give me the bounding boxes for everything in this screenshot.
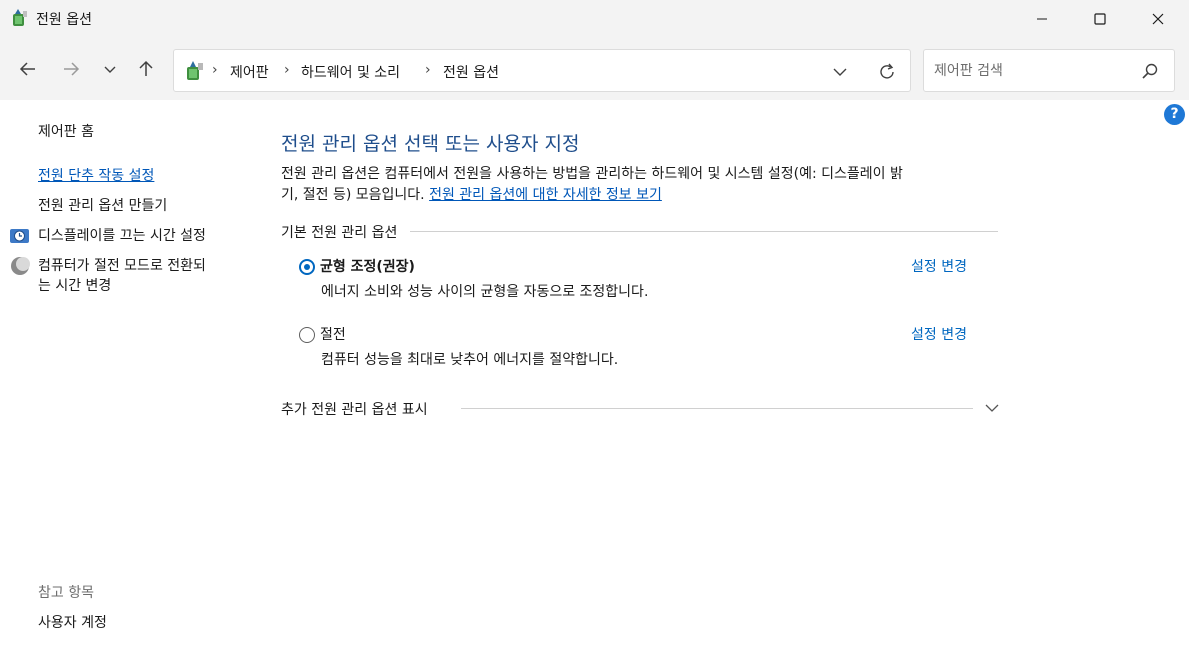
maximize-icon	[1094, 13, 1106, 25]
title-bar: 전원 옵션	[0, 0, 1189, 38]
search-box[interactable]	[923, 49, 1175, 92]
close-icon	[1152, 13, 1164, 25]
power-options-icon	[13, 9, 27, 26]
plan-balanced-radio[interactable]	[299, 259, 315, 275]
breadcrumb-separator-icon: ›	[212, 62, 218, 78]
chevron-down-icon[interactable]	[830, 62, 850, 82]
chevron-down-icon[interactable]	[984, 400, 1000, 416]
section-title-basic-plans: 기본 전원 관리 옵션	[281, 222, 406, 242]
sidebar-item-create-power-plan[interactable]: 전원 관리 옵션 만들기	[38, 196, 167, 216]
section-divider	[410, 231, 998, 232]
control-panel-icon	[187, 61, 203, 80]
more-info-link[interactable]: 전원 관리 옵션에 대한 자세한 정보 보기	[429, 187, 662, 203]
plan-power-saver-name[interactable]: 절전	[320, 324, 346, 344]
sleep-moon-icon	[11, 257, 30, 275]
sidebar-item-display-off-time[interactable]: 디스플레이를 끄는 시간 설정	[38, 226, 206, 246]
forward-button[interactable]	[59, 57, 83, 81]
plan-power-saver-description: 컴퓨터 성능을 최대로 낮추어 에너지를 절약합니다.	[321, 352, 619, 368]
navigation-bar: › 제어판 › 하드웨어 및 소리 › 전원 옵션	[0, 38, 1189, 100]
back-button[interactable]	[16, 57, 40, 81]
minimize-icon	[1037, 18, 1047, 20]
breadcrumb-separator-icon: ›	[284, 62, 290, 78]
breadcrumb-control-panel[interactable]: 제어판	[230, 62, 269, 82]
see-also-heading: 참고 항목	[38, 585, 94, 601]
address-bar[interactable]: › 제어판 › 하드웨어 및 소리 › 전원 옵션	[173, 49, 911, 92]
recent-locations-button[interactable]	[98, 57, 122, 81]
search-input[interactable]	[934, 60, 1134, 82]
plan-power-saver-radio[interactable]	[299, 327, 315, 343]
description-text: 전원 관리 옵션은 컴퓨터에서 전원을 사용하는 방법을 관리하는 하드웨어 및…	[281, 166, 903, 182]
close-button[interactable]	[1129, 0, 1187, 38]
breadcrumb-power-options[interactable]: 전원 옵션	[443, 62, 499, 82]
sidebar-item-sleep-time[interactable]: 컴퓨터가 절전 모드로 전환되 는 시간 변경	[38, 256, 206, 296]
window-title: 전원 옵션	[36, 12, 92, 28]
description-text: 기, 절전 등) 모음입니다.	[281, 187, 425, 203]
display-clock-icon	[10, 229, 29, 243]
chevron-down-icon	[104, 66, 116, 73]
show-additional-plans[interactable]: 추가 전원 관리 옵션 표시	[281, 399, 428, 419]
sidebar-item-label: 는 시간 변경	[38, 278, 112, 294]
arrow-left-icon	[19, 62, 35, 76]
breadcrumb-separator-icon: ›	[425, 62, 431, 78]
arrow-right-icon	[64, 62, 80, 76]
breadcrumb-hardware-sound[interactable]: 하드웨어 및 소리	[301, 62, 400, 82]
help-icon[interactable]: ?	[1164, 104, 1185, 125]
refresh-icon[interactable]	[876, 61, 898, 83]
page-title: 전원 관리 옵션 선택 또는 사용자 지정	[281, 133, 580, 155]
search-icon[interactable]	[1141, 62, 1159, 80]
plan-balanced-change-settings-link[interactable]: 설정 변경	[911, 256, 967, 276]
up-button[interactable]	[134, 57, 158, 81]
maximize-button[interactable]	[1071, 0, 1129, 38]
minimize-button[interactable]	[1013, 0, 1071, 38]
arrow-up-icon	[139, 60, 153, 76]
sidebar-item-power-button-settings[interactable]: 전원 단추 작동 설정	[38, 166, 154, 186]
user-accounts-link[interactable]: 사용자 계정	[38, 612, 107, 632]
plan-balanced-name[interactable]: 균형 조정(권장)	[320, 256, 415, 276]
section-divider	[461, 408, 973, 409]
sidebar-item-label: 컴퓨터가 절전 모드로 전환되	[38, 258, 206, 274]
plan-balanced-description: 에너지 소비와 성능 사이의 균형을 자동으로 조정합니다.	[321, 284, 649, 300]
plan-power-saver-change-settings-link[interactable]: 설정 변경	[911, 324, 967, 344]
page-description: 전원 관리 옵션은 컴퓨터에서 전원을 사용하는 방법을 관리하는 하드웨어 및…	[281, 164, 1003, 206]
sidebar-control-panel-home[interactable]: 제어판 홈	[38, 121, 94, 141]
